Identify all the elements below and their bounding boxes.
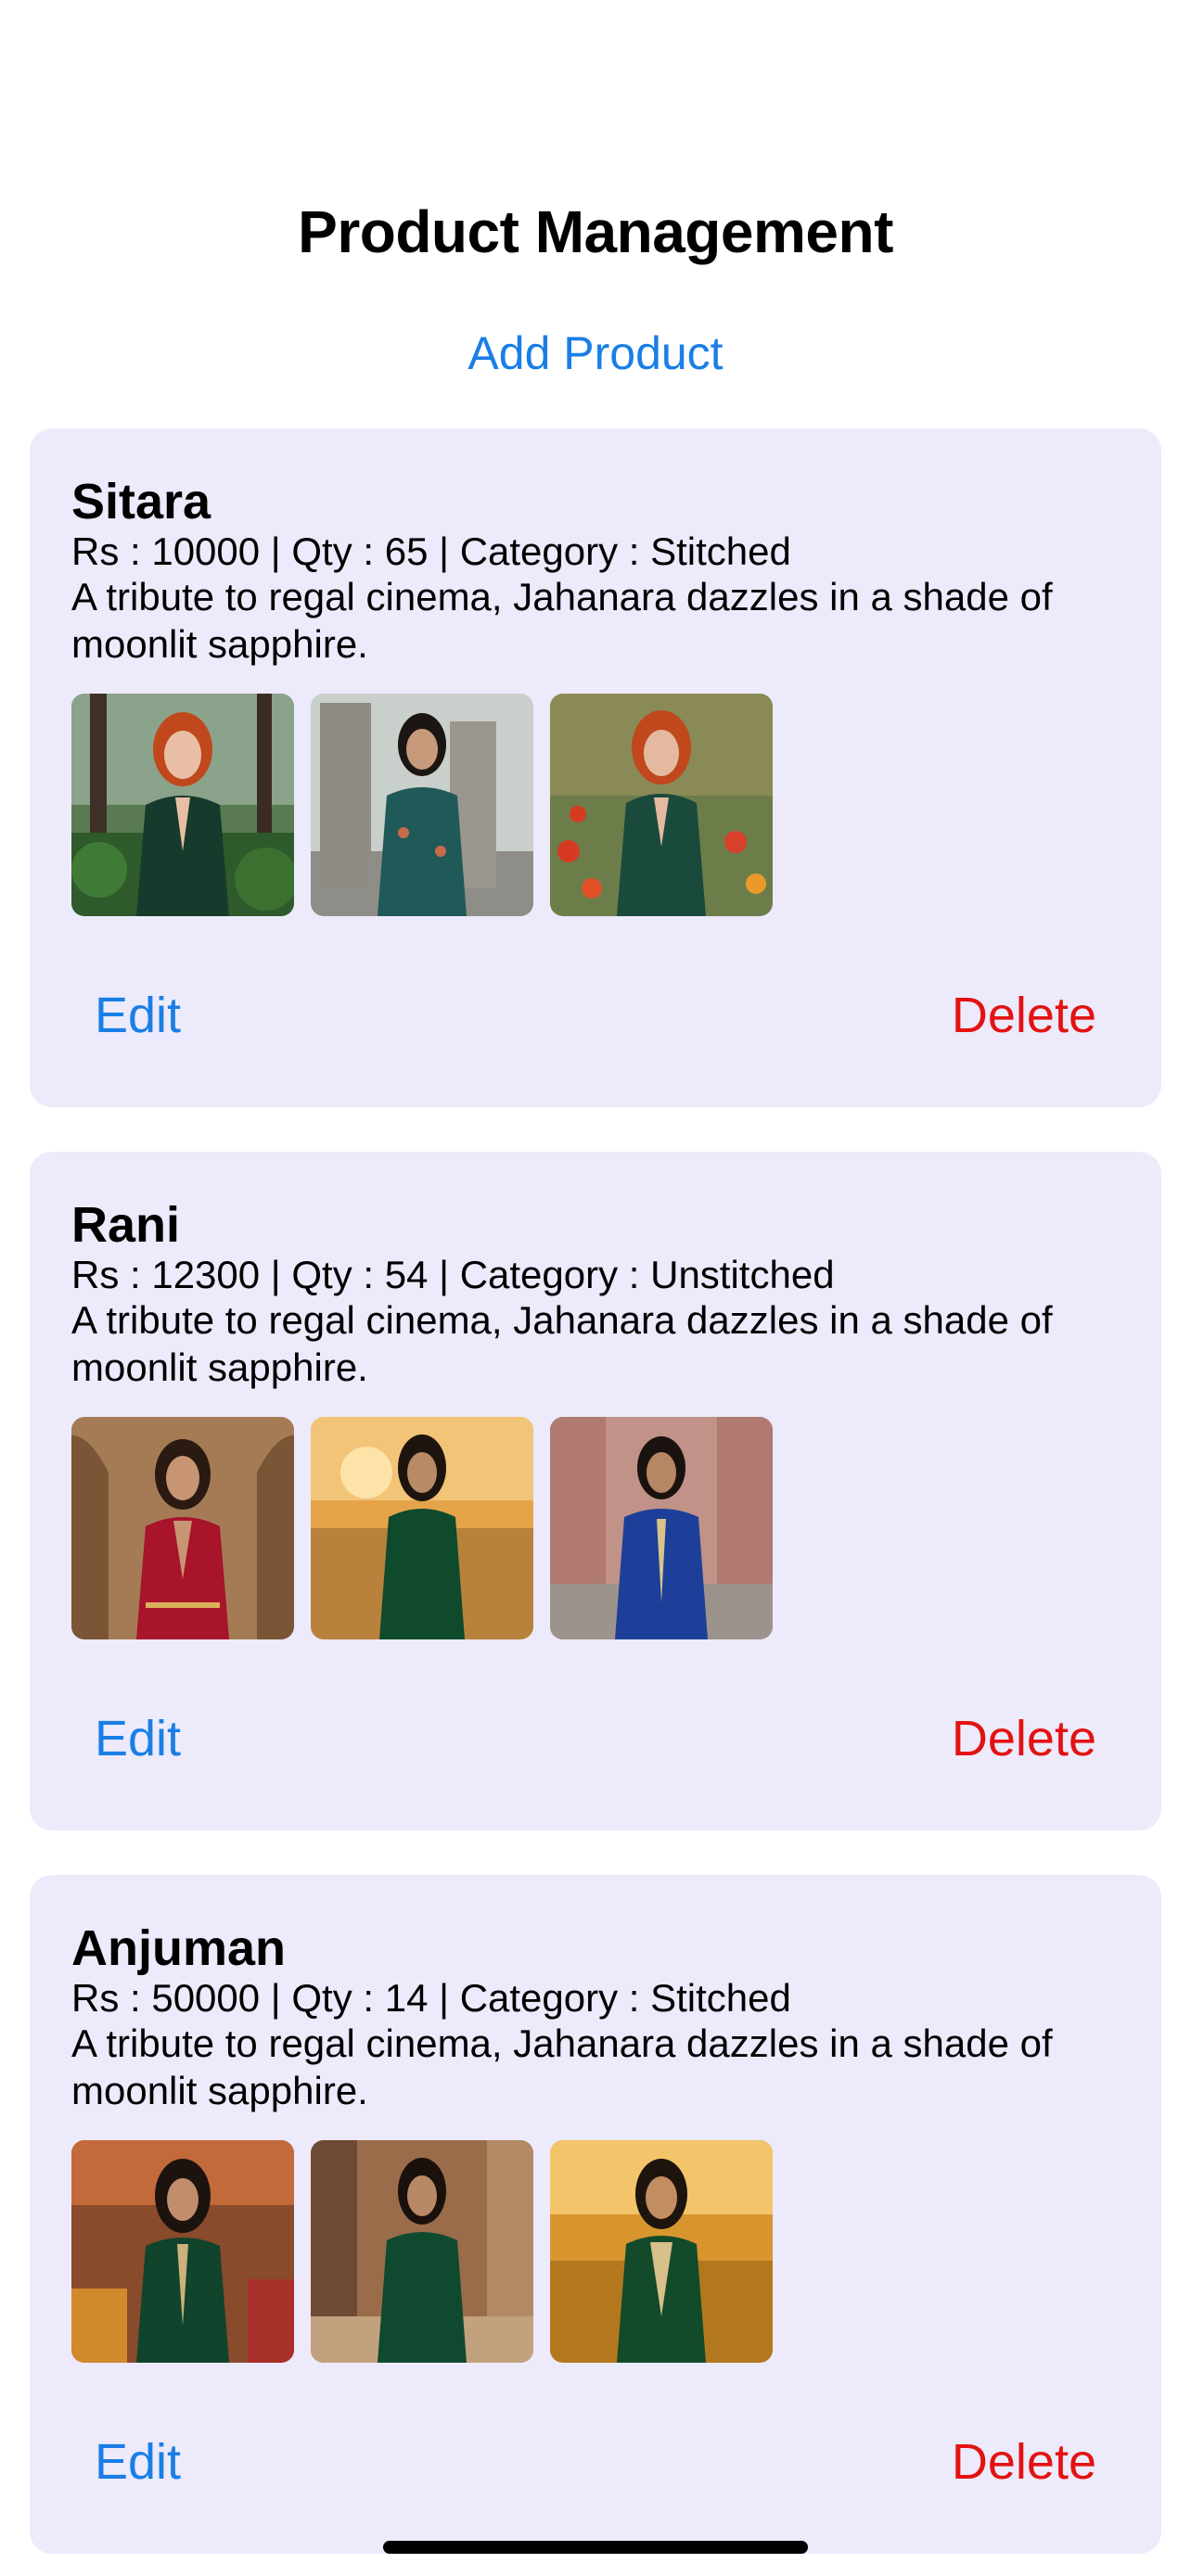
edit-button[interactable]: Edit <box>95 985 181 1046</box>
product-description: A tribute to regal cinema, Jahanara dazz… <box>71 575 1053 666</box>
edit-button[interactable]: Edit <box>95 1708 181 1769</box>
product-card: Sitara Rs : 10000 | Qty : 65 | Category … <box>30 428 1161 1107</box>
product-images <box>71 694 773 916</box>
delete-button[interactable]: Delete <box>952 1708 1096 1769</box>
product-card: Anjuman Rs : 50000 | Qty : 14 | Category… <box>30 1875 1161 2554</box>
product-image[interactable] <box>71 1417 294 1639</box>
page-title: Product Management <box>298 198 893 265</box>
product-name: Anjuman <box>71 1920 287 1976</box>
add-product-button[interactable]: Add Product <box>0 323 1191 384</box>
product-meta: Rs : 50000 | Qty : 14 | Category : Stitc… <box>71 1976 791 2020</box>
product-image[interactable] <box>311 694 533 916</box>
edit-button[interactable]: Edit <box>95 2431 181 2493</box>
product-description: A tribute to regal cinema, Jahanara dazz… <box>71 1298 1053 1389</box>
delete-button[interactable]: Delete <box>952 2431 1096 2493</box>
product-image[interactable] <box>550 1417 773 1639</box>
product-image[interactable] <box>311 2140 533 2363</box>
product-meta: Rs : 12300 | Qty : 54 | Category : Unsti… <box>71 1253 835 1296</box>
product-image[interactable] <box>71 2140 294 2363</box>
product-image[interactable] <box>71 694 294 916</box>
product-meta: Rs : 10000 | Qty : 65 | Category : Stitc… <box>71 529 791 573</box>
delete-button[interactable]: Delete <box>952 985 1096 1046</box>
product-image[interactable] <box>550 2140 773 2363</box>
product-name: Rani <box>71 1197 181 1253</box>
product-description: A tribute to regal cinema, Jahanara dazz… <box>71 2021 1053 2112</box>
product-images <box>71 2140 773 2363</box>
product-image[interactable] <box>311 1417 533 1639</box>
product-name: Sitara <box>71 474 211 529</box>
product-images <box>71 1417 773 1639</box>
home-indicator[interactable] <box>383 2541 808 2554</box>
product-image[interactable] <box>550 694 773 916</box>
product-card: Rani Rs : 12300 | Qty : 54 | Category : … <box>30 1152 1161 1830</box>
